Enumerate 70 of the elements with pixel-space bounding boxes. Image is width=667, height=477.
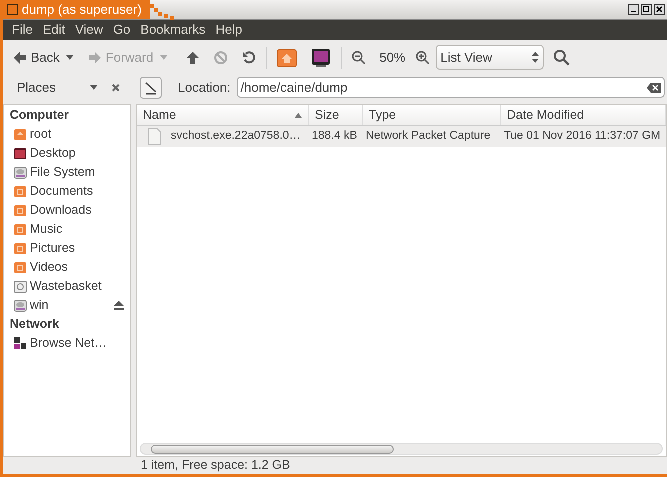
spinner-arrows-icon [532, 52, 539, 63]
trash-icon [14, 280, 27, 293]
zoom-out-icon[interactable] [352, 50, 366, 64]
section-heading: Computer [9, 107, 70, 124]
folder-icon [14, 185, 27, 198]
menu-item[interactable]: View [70, 20, 108, 40]
table-cell-text: svchost.exe.22a0758.0… [171, 128, 301, 144]
location-field[interactable]: /home/caine/dump [236, 77, 665, 98]
caret-icon[interactable] [66, 55, 74, 60]
sidebar-item[interactable]: root [6, 125, 130, 144]
folder-icon [14, 204, 27, 217]
reload-icon[interactable] [242, 50, 256, 64]
drive-icon [14, 166, 27, 179]
edit-location-button[interactable] [140, 76, 162, 98]
table-cell-text: Tue 01 Nov 2016 11:37:07 GM [504, 128, 661, 144]
network-icon [14, 337, 27, 350]
file-icon [148, 128, 161, 145]
window-icon [7, 4, 18, 15]
window-title: dump (as superuser) [22, 0, 142, 19]
column-header[interactable]: Size [309, 105, 363, 125]
sidebar-item[interactable]: win [6, 296, 130, 315]
close-button[interactable] [654, 4, 665, 15]
folder-icon [14, 242, 27, 255]
folder-icon [14, 223, 27, 236]
menu-item[interactable]: Edit [38, 20, 70, 40]
sidebar-item[interactable]: Browse Net… [6, 334, 130, 353]
status-text: 1 item, Free space: 1.2 GB [141, 457, 290, 474]
back-button[interactable]: Back [13, 48, 60, 68]
sidebar-item[interactable]: Downloads [6, 201, 130, 220]
home-folder-icon[interactable] [276, 48, 297, 68]
table-cell-text: 188.4 kB [312, 128, 358, 144]
desktop-icon [14, 147, 27, 160]
column-header[interactable]: Date Modified [501, 105, 666, 125]
arrow-icon [13, 50, 27, 64]
close-icon[interactable] [112, 84, 120, 92]
folder-icon [14, 261, 27, 274]
section-heading: Network [9, 316, 60, 333]
caret-icon[interactable] [90, 85, 98, 90]
sidebar-item[interactable]: Music [6, 220, 130, 239]
sidebar-item[interactable]: File System [6, 163, 130, 182]
menu-item[interactable]: Go [108, 20, 136, 40]
column-header[interactable]: Name [137, 105, 309, 125]
sidebar-item[interactable]: Videos [6, 258, 130, 277]
eject-icon[interactable] [114, 301, 124, 310]
table-cell-text: Network Packet Capture [366, 128, 491, 144]
zoom-level: 50% [380, 48, 406, 67]
sidebar-item[interactable]: Wastebasket [6, 277, 130, 296]
sidebar-item[interactable]: Documents [6, 182, 130, 201]
column-header[interactable]: Type [363, 105, 501, 125]
minimize-button[interactable] [628, 4, 639, 15]
view-select[interactable]: List View [436, 45, 544, 70]
sidebar-item[interactable]: Desktop [6, 144, 130, 163]
file-row[interactable]: svchost.exe.22a0758.0… 188.4 kB Network Packet Capture Tue 01 Nov 2016 11:37:07 GM [137, 126, 666, 147]
search-icon[interactable] [554, 50, 570, 66]
location-label: Location: [178, 78, 231, 97]
arrow-icon [88, 50, 102, 64]
clear-icon[interactable] [647, 82, 661, 92]
menu-item[interactable]: Bookmarks [136, 20, 211, 40]
menu-item[interactable]: File [7, 20, 38, 40]
places-label: Places [17, 78, 56, 97]
zoom-in-icon[interactable] [416, 50, 430, 64]
sidebar-item[interactable]: Pictures [6, 239, 130, 258]
menu-item[interactable]: Help [210, 20, 248, 40]
computer-icon[interactable] [310, 48, 331, 68]
up-arrow-icon[interactable] [186, 50, 200, 64]
folder-icon [14, 128, 27, 141]
drive-icon [14, 299, 27, 312]
maximize-button[interactable] [641, 4, 652, 15]
scrollbar-thumb[interactable] [151, 444, 394, 454]
horizontal-scrollbar[interactable] [140, 443, 663, 455]
